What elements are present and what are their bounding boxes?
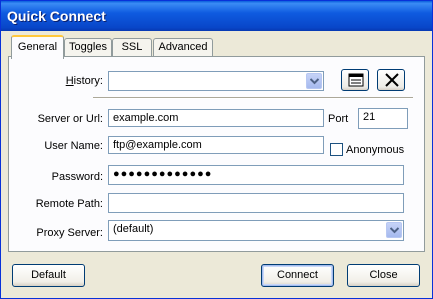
history-label: History: (65, 75, 103, 87)
username-input[interactable]: ftp@example.com (108, 136, 324, 154)
history-label-text: istory: (73, 75, 103, 87)
server-input[interactable]: example.com (108, 109, 324, 127)
history-dropdown-button[interactable] (306, 73, 322, 89)
connect-button[interactable]: Connect (261, 264, 334, 287)
proxy-dropdown-button[interactable] (386, 222, 402, 238)
window-title: Quick Connect (7, 8, 106, 24)
port-label: Port (328, 113, 349, 125)
quick-connect-window: Quick Connect General Toggles SSL Advanc… (0, 0, 433, 299)
title-bar[interactable]: Quick Connect (1, 1, 432, 31)
proxy-label: Proxy Server: (36, 227, 103, 239)
default-button[interactable]: Default (12, 264, 85, 287)
tab-toggles[interactable]: Toggles (64, 38, 112, 57)
server-label: Server or Url: (37, 113, 103, 125)
username-label: User Name: (44, 140, 103, 152)
tab-advanced[interactable]: Advanced (153, 38, 213, 57)
password-label: Password: (51, 171, 103, 183)
anonymous-checkbox[interactable] (330, 143, 343, 156)
history-notes-button[interactable] (341, 69, 369, 91)
chevron-down-icon (390, 227, 399, 234)
history-combobox[interactable] (108, 71, 324, 91)
notes-icon (348, 73, 364, 87)
chevron-down-icon (310, 78, 319, 85)
tab-general[interactable]: General (11, 35, 64, 59)
tab-ssl[interactable]: SSL (112, 38, 152, 57)
separator (93, 97, 413, 99)
history-delete-button[interactable] (377, 69, 405, 91)
close-button[interactable]: Close (347, 264, 420, 287)
remote-path-label: Remote Path: (35, 198, 103, 210)
port-input[interactable]: 21 (358, 108, 408, 129)
remote-path-input[interactable] (108, 193, 404, 213)
anonymous-label: Anonymous (346, 144, 405, 156)
delete-x-icon (385, 73, 399, 87)
password-input[interactable]: ●●●●●●●●●●●●● (108, 165, 404, 185)
proxy-combobox[interactable]: (default) (108, 220, 404, 241)
